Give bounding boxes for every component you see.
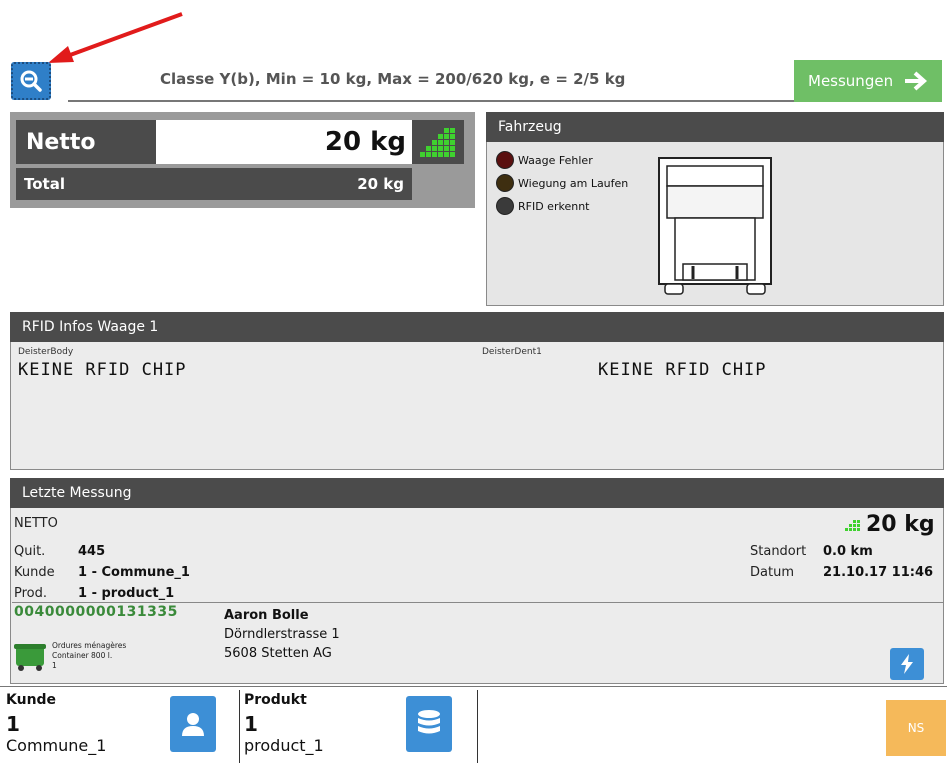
quit-value: 445	[78, 544, 106, 559]
zoom-out-icon	[20, 70, 42, 92]
container-bin-icon	[14, 644, 46, 671]
owner-street: Dörndlerstrasse 1	[224, 627, 340, 642]
scale-classification: Classe Y(b), Min = 10 kg, Max = 200/620 …	[160, 70, 626, 88]
status-led-icon	[496, 197, 514, 215]
measurements-button-label: Messungen	[808, 72, 894, 90]
rfid-right-value: KEINE RFID CHIP	[598, 360, 767, 380]
container-type: Ordures ménagères	[52, 641, 127, 650]
status-indicators: Waage Fehler Wiegung am Laufen RFID erke…	[496, 151, 628, 215]
status-led-icon	[496, 151, 514, 169]
container-size: Container 800 l.	[52, 651, 113, 660]
prod-value: 1 - product_1	[78, 586, 175, 601]
quit-label: Quit.	[14, 544, 46, 559]
last-measurement-title: Letzte Messung	[10, 478, 944, 508]
bottom-separator	[477, 690, 478, 763]
total-label: Total	[24, 175, 65, 193]
owner-city: 5608 Stetten AG	[224, 646, 332, 661]
last-measurement-panel	[10, 478, 944, 684]
datum-label: Datum	[750, 565, 794, 580]
bottom-divider	[0, 686, 947, 687]
product-title: Produkt	[244, 692, 307, 708]
status-led-icon	[496, 174, 514, 192]
indicator-rfid-detected: RFID erkennt	[496, 197, 628, 215]
kunde-value: 1 - Commune_1	[78, 565, 190, 580]
database-icon	[418, 710, 440, 734]
vehicle-panel-title: Fahrzeug	[486, 112, 944, 142]
indicator-weighing-running: Wiegung am Laufen	[496, 174, 628, 192]
arrow-right-icon	[905, 71, 928, 91]
indicator-label: Wiegung am Laufen	[518, 176, 629, 190]
netto-value: 20 kg	[156, 120, 412, 164]
chip-id: 0040000000131335	[14, 604, 178, 620]
prod-label: Prod.	[14, 586, 48, 601]
standort-value: 0.0 km	[823, 544, 873, 559]
measurements-button[interactable]: Messungen	[794, 60, 942, 102]
user-icon	[182, 713, 204, 736]
container-count: 1	[52, 661, 57, 670]
owner-address: Aaron Bolle Dörndlerstrasse 1 5608 Stett…	[224, 606, 340, 663]
total-value: 20 kg	[357, 175, 404, 193]
rfid-right-source: DeisterDent1	[482, 347, 542, 357]
total-row: Total 20 kg	[16, 168, 412, 200]
measurement-type: NETTO	[14, 516, 58, 531]
last-weight-value: 20 kg	[866, 512, 935, 537]
datum-value: 21.10.17 11:46	[823, 565, 934, 580]
product-selector[interactable]: Produkt 1 product_1	[244, 692, 404, 762]
product-number: 1	[244, 712, 258, 736]
lightning-icon	[901, 654, 913, 674]
last-measurement-divider	[12, 602, 944, 603]
standort-label: Standort	[750, 544, 807, 559]
netto-label: Netto	[16, 120, 156, 164]
indicator-scale-error: Waage Fehler	[496, 151, 628, 169]
product-name: product_1	[244, 736, 324, 755]
container-info: Ordures ménagères Container 800 l. 1	[52, 641, 126, 671]
indicator-label: RFID erkennt	[518, 199, 590, 213]
ns-button[interactable]: NS	[886, 700, 946, 756]
annotation-arrow-icon	[48, 12, 183, 63]
zoom-button[interactable]	[11, 62, 51, 100]
owner-name: Aaron Bolle	[224, 608, 309, 623]
rfid-panel-title: RFID Infos Waage 1	[10, 312, 944, 342]
rfid-left-value: KEINE RFID CHIP	[18, 360, 187, 380]
indicator-label: Waage Fehler	[518, 153, 593, 167]
rfid-left-source: DeisterBody	[18, 347, 74, 357]
bottom-separator	[239, 690, 240, 763]
customer-button[interactable]	[170, 696, 216, 752]
kunde-label: Kunde	[14, 565, 55, 580]
signal-strength-icon	[845, 519, 860, 531]
last-weight: 20 kg	[844, 512, 935, 537]
flash-button[interactable]	[890, 648, 924, 680]
vehicle-rear-icon	[658, 157, 772, 295]
product-button[interactable]	[406, 696, 452, 752]
signal-strength-icon	[412, 120, 464, 164]
